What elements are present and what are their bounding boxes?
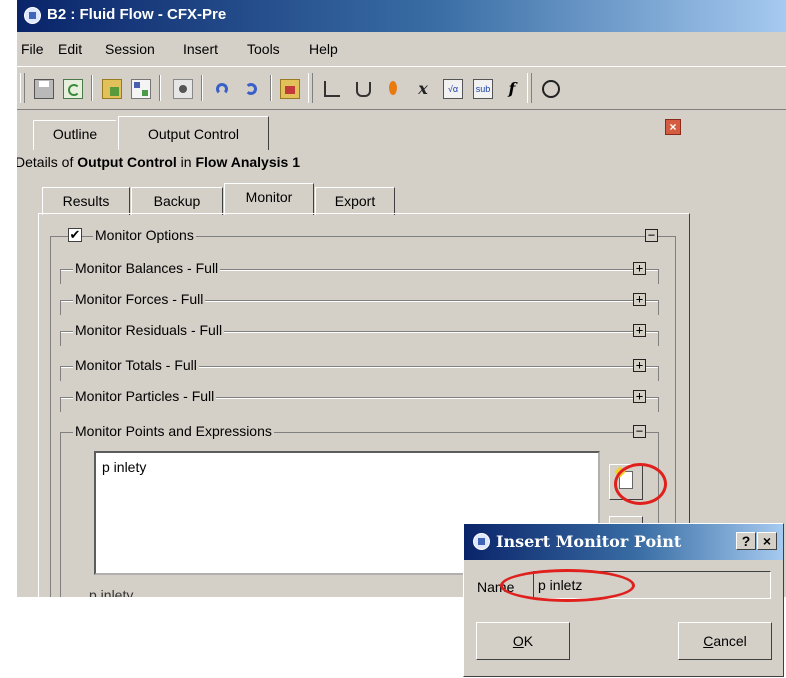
group-label: Monitor Residuals - Full xyxy=(73,322,225,338)
cancel-mnemonic: C xyxy=(703,633,714,649)
highlight-ellipse xyxy=(500,569,635,602)
flame-icon[interactable] xyxy=(383,79,403,99)
expand-icon[interactable]: + xyxy=(633,262,646,275)
group-label: Monitor Forces - Full xyxy=(73,291,206,307)
expand-icon[interactable]: + xyxy=(633,359,646,372)
toolbar-separator xyxy=(201,75,203,101)
camera-icon[interactable] xyxy=(173,79,193,99)
menu-file[interactable]: File xyxy=(21,41,44,57)
highlight-ellipse xyxy=(614,463,667,505)
monitor-options-label: Monitor Options xyxy=(93,227,196,243)
list-item[interactable]: p inlety xyxy=(102,459,146,475)
cancel-button[interactable]: Cancel xyxy=(678,622,772,660)
details-object: Output Control xyxy=(77,154,177,170)
cancel-label: ancel xyxy=(713,633,747,649)
ok-mnemonic: O xyxy=(512,633,524,649)
toolbar-separator xyxy=(270,75,272,101)
toolbar-separator xyxy=(91,75,93,101)
app-icon xyxy=(24,7,41,24)
expand-icon[interactable]: + xyxy=(633,293,646,306)
help-button[interactable]: ? xyxy=(736,532,756,550)
save-icon[interactable] xyxy=(34,79,54,99)
dialog-title-bar: Insert Monitor Point ? × xyxy=(464,524,783,560)
group-label: Monitor Points and Expressions xyxy=(73,423,274,439)
details-heading: Details of Output Control in Flow Analys… xyxy=(17,154,300,170)
toolbar-separator xyxy=(159,75,161,101)
tab-monitor[interactable]: Monitor xyxy=(224,183,314,215)
open-icon[interactable] xyxy=(102,79,122,99)
toolbar-grip[interactable] xyxy=(527,73,532,103)
flask-icon[interactable] xyxy=(352,79,372,99)
expand-icon[interactable]: + xyxy=(633,390,646,403)
redo-icon[interactable] xyxy=(242,79,262,99)
menu-edit[interactable]: Edit xyxy=(58,41,82,57)
dialog-title: Insert Monitor Point xyxy=(496,532,682,551)
ok-button[interactable]: OK xyxy=(476,622,570,660)
function-icon[interactable]: f xyxy=(502,79,522,99)
tab-backup[interactable]: Backup xyxy=(131,187,223,215)
details-analysis: Flow Analysis 1 xyxy=(195,154,300,170)
app-icon xyxy=(473,533,490,550)
menu-insert[interactable]: Insert xyxy=(183,41,218,57)
menu-session[interactable]: Session xyxy=(105,41,155,57)
tab-outline[interactable]: Outline xyxy=(33,120,116,150)
menu-bar: File Edit Session Insert Tools Help xyxy=(17,32,786,66)
name-label-part: Na xyxy=(477,579,495,595)
details-prefix: Details of xyxy=(17,154,78,170)
window-title: B2 : Fluid Flow - CFX-Pre xyxy=(47,6,227,23)
tab-export[interactable]: Export xyxy=(315,187,395,215)
network-icon[interactable] xyxy=(131,79,151,99)
monitor-options-toggle[interactable]: − xyxy=(645,229,658,242)
expand-icon[interactable]: + xyxy=(633,324,646,337)
details-label: p inlety xyxy=(89,587,134,597)
menu-help[interactable]: Help xyxy=(309,41,338,57)
boundary-icon[interactable] xyxy=(321,79,341,99)
expression-icon[interactable]: x xyxy=(413,79,433,99)
toolbar-grip[interactable] xyxy=(20,73,25,103)
dialog-close-button[interactable]: × xyxy=(757,532,777,550)
ok-label: K xyxy=(523,633,534,649)
undo-icon[interactable] xyxy=(213,79,233,99)
toolbar-grip[interactable] xyxy=(308,73,313,103)
monitor-totals-group: Monitor Totals - Full + xyxy=(60,357,659,381)
user-function-icon[interactable]: sub xyxy=(473,79,493,99)
group-label: Monitor Particles - Full xyxy=(73,388,217,404)
group-label: Monitor Balances - Full xyxy=(73,260,221,276)
group-label: Monitor Totals - Full xyxy=(73,357,199,373)
title-bar: B2 : Fluid Flow - CFX-Pre xyxy=(17,0,786,32)
monitor-residuals-group: Monitor Residuals - Full + xyxy=(60,322,659,346)
refresh-icon[interactable] xyxy=(63,79,83,99)
tab-results[interactable]: Results xyxy=(42,187,130,215)
toolbar: x √α sub f xyxy=(17,66,786,110)
details-mid: in xyxy=(176,154,196,170)
collapse-icon[interactable]: − xyxy=(633,425,646,438)
main-window: B2 : Fluid Flow - CFX-Pre File Edit Sess… xyxy=(17,0,786,597)
domain-icon[interactable] xyxy=(280,79,300,99)
close-icon[interactable]: × xyxy=(665,119,681,135)
monitor-particles-group: Monitor Particles - Full + xyxy=(60,388,659,412)
menu-tools[interactable]: Tools xyxy=(247,41,280,57)
insert-monitor-point-dialog: Insert Monitor Point ? × Name OK Cancel xyxy=(463,523,784,677)
monitor-options-checkbox[interactable]: ✔ xyxy=(68,228,82,242)
monitor-forces-group: Monitor Forces - Full + xyxy=(60,291,659,315)
tab-output-control[interactable]: Output Control xyxy=(118,116,269,150)
calculator-icon[interactable]: √α xyxy=(443,79,463,99)
monitor-balances-group: Monitor Balances - Full + xyxy=(60,260,659,284)
clock-icon[interactable] xyxy=(541,79,561,99)
